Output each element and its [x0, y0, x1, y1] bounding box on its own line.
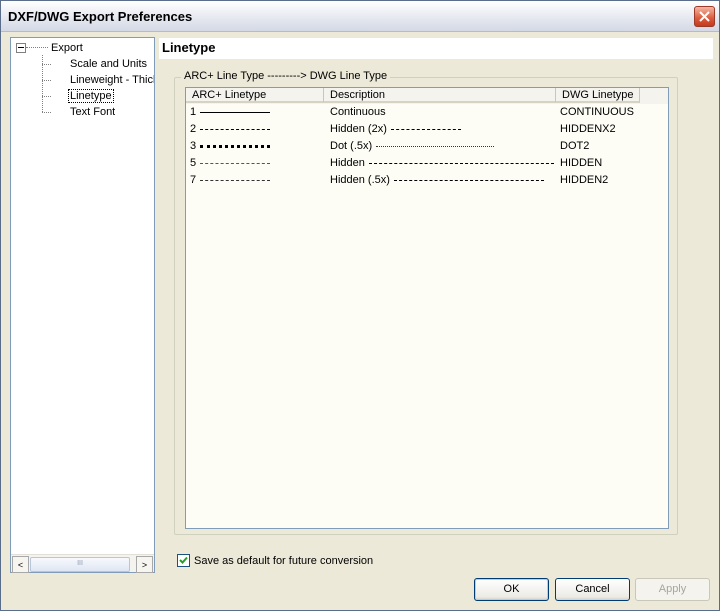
description-sample: [368, 162, 554, 164]
column-header-description[interactable]: Description: [324, 88, 556, 103]
table-row[interactable]: 7 Hidden (.5x) HIDDEN2: [186, 172, 668, 189]
dwg-linetype-cell: CONTINUOUS: [560, 106, 634, 118]
ok-button[interactable]: OK: [474, 578, 549, 601]
dwg-linetype-cell: HIDDEN2: [560, 174, 609, 186]
description-text: Hidden (.5x): [330, 174, 390, 186]
tree-item-export[interactable]: Export: [51, 40, 83, 56]
groupbox-label: ARC+ Line Type ---------> DWG Line Type: [181, 70, 391, 82]
linetype-sample: [200, 128, 271, 130]
checkmark-icon: [179, 556, 188, 564]
scroll-right-button[interactable]: >: [136, 556, 153, 573]
linetype-number: 3: [190, 140, 197, 152]
scroll-right-icon: >: [141, 559, 148, 570]
cancel-button[interactable]: Cancel: [555, 578, 630, 601]
scroll-left-icon: <: [17, 559, 24, 570]
linetype-number: 2: [190, 123, 197, 135]
tree-item-scale-and-units[interactable]: Scale and Units: [70, 56, 154, 72]
description-cell: Dot (.5x): [330, 138, 554, 155]
arc-linetype-cell: 3: [190, 138, 320, 155]
dwg-linetype-cell: HIDDEN: [560, 157, 603, 169]
tree-item-label: Linetype: [68, 89, 114, 103]
description-text: Hidden: [330, 157, 365, 169]
description-cell: Hidden: [330, 155, 554, 172]
description-sample: [390, 128, 461, 130]
arc-linetype-cell: 2: [190, 121, 320, 138]
close-icon: [699, 11, 710, 22]
description-text: Dot (.5x): [330, 140, 373, 152]
linetype-number: 7: [190, 174, 197, 186]
apply-button[interactable]: Apply: [635, 578, 710, 601]
column-header-arc-linetype[interactable]: ARC+ Linetype: [186, 88, 324, 103]
tree-horizontal-scrollbar[interactable]: < III >: [11, 554, 154, 573]
save-default-checkbox[interactable]: [177, 554, 190, 567]
title-bar: DXF/DWG Export Preferences: [1, 1, 719, 32]
dialog-window: DXF/DWG Export Preferences Export Scale …: [0, 0, 720, 611]
tree-item-linetype[interactable]: Linetype: [68, 88, 114, 104]
description-sample: [393, 179, 544, 181]
linetype-sample: [200, 179, 271, 181]
linetype-sample: [200, 111, 271, 113]
tree-item-label: Text Font: [70, 106, 116, 118]
tree-item-label: Lineweight - Thickness: [70, 74, 154, 86]
tree-item-label: Scale and Units: [70, 58, 148, 70]
tree-item-lineweight[interactable]: Lineweight - Thickness: [70, 72, 154, 88]
tree-item-text-font[interactable]: Text Font: [70, 104, 115, 120]
description-cell: Hidden (.5x): [330, 172, 554, 189]
save-default-label: Save as default for future conversion: [194, 555, 374, 567]
description-cell: Continuous: [330, 104, 554, 121]
grip-icon: III: [77, 560, 83, 567]
linetype-sample: [200, 144, 271, 148]
arc-linetype-cell: 5: [190, 155, 320, 172]
description-text: Hidden (2x): [330, 123, 387, 135]
arc-linetype-cell: 1: [190, 104, 320, 121]
scroll-left-button[interactable]: <: [12, 556, 29, 573]
linetype-sample: [200, 162, 271, 164]
scroll-thumb[interactable]: III: [30, 557, 130, 572]
dwg-linetype-cell: HIDDENX2: [560, 123, 616, 135]
table-row[interactable]: 5 Hidden HIDDEN: [186, 155, 668, 172]
column-header-dwg-linetype[interactable]: DWG Linetype: [556, 88, 640, 103]
table-row[interactable]: 3 Dot (.5x) DOT2: [186, 138, 668, 155]
description-cell: Hidden (2x): [330, 121, 554, 138]
tree-item-label: Export: [51, 42, 83, 54]
arc-linetype-cell: 7: [190, 172, 320, 189]
dwg-linetype-cell: DOT2: [560, 140, 590, 152]
panel-title: Linetype: [159, 38, 713, 59]
description-text: Continuous: [330, 106, 386, 118]
table-row[interactable]: 2 Hidden (2x) HIDDENX2: [186, 121, 668, 138]
collapse-icon[interactable]: [16, 43, 26, 53]
linetype-number: 5: [190, 157, 197, 169]
category-tree[interactable]: Export Scale and Units Lineweight - Thic…: [10, 37, 155, 573]
window-title: DXF/DWG Export Preferences: [8, 9, 193, 24]
table-header: ARC+ Linetype Description DWG Linetype: [186, 88, 668, 104]
close-button[interactable]: [694, 6, 715, 27]
linetype-number: 1: [190, 106, 197, 118]
linetype-table[interactable]: ARC+ Linetype Description DWG Linetype 1…: [185, 87, 669, 529]
description-sample: [376, 145, 495, 147]
table-row[interactable]: 1 Continuous CONTINUOUS: [186, 104, 668, 121]
